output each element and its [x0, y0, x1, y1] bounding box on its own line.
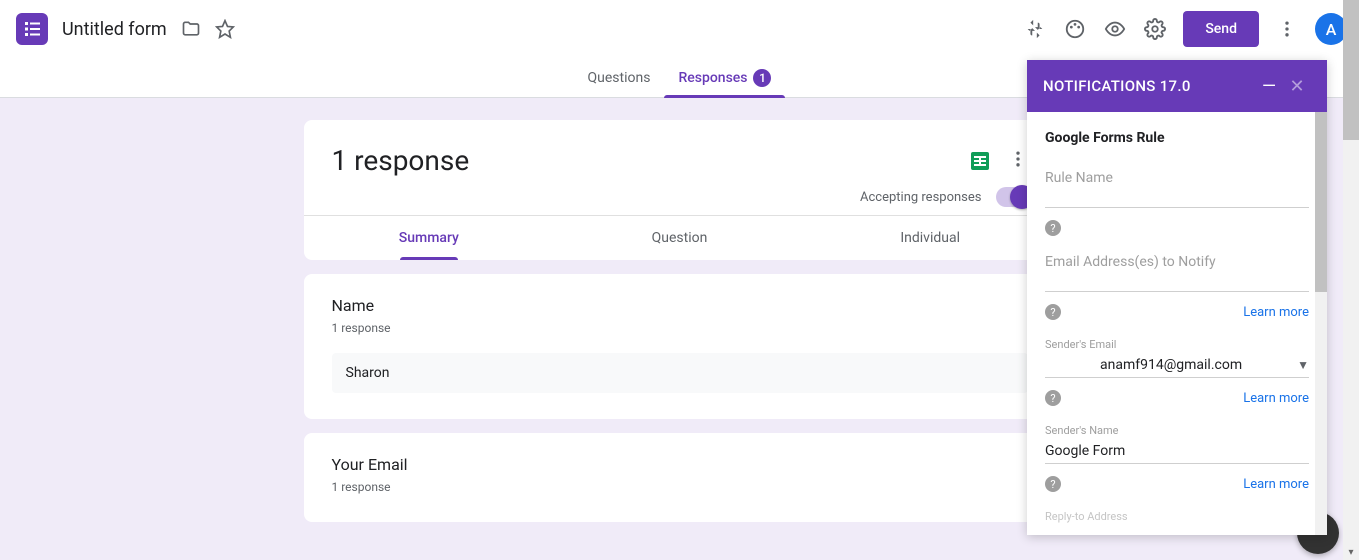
panel-heading: Google Forms Rule — [1045, 130, 1309, 146]
help-icon[interactable]: ? — [1045, 304, 1061, 320]
addons-icon[interactable] — [1015, 9, 1055, 49]
move-to-folder-icon[interactable] — [181, 19, 201, 39]
question-card-email: Your Email 1 response — [304, 433, 1056, 522]
senders-email-value: anamf914@gmail.com — [1045, 357, 1297, 373]
question-title: Name — [332, 296, 1028, 315]
window-scrollbar-thumb[interactable] — [1343, 0, 1359, 140]
responses-more-icon[interactable] — [1008, 149, 1028, 173]
learn-more-link[interactable]: Learn more — [1243, 477, 1309, 492]
answer-value: Sharon — [332, 353, 1028, 393]
window-scrollbar[interactable]: ▾ — [1343, 0, 1359, 560]
responses-summary-card: 1 response Accepting responses Summary Q… — [304, 120, 1056, 260]
senders-email-select[interactable]: anamf914@gmail.com ▼ — [1045, 351, 1309, 378]
learn-more-link[interactable]: Learn more — [1243, 391, 1309, 406]
top-bar: Untitled form Send A — [0, 0, 1359, 58]
panel-close-icon[interactable]: ✕ — [1283, 76, 1311, 97]
customize-theme-icon[interactable] — [1055, 9, 1095, 49]
responses-title: 1 response — [332, 144, 968, 177]
senders-email-label: Sender's Email — [1045, 338, 1309, 351]
panel-title: NOTIFICATIONS 17.0 — [1043, 77, 1255, 95]
send-button[interactable]: Send — [1183, 11, 1259, 47]
question-response-count: 1 response — [332, 480, 1028, 494]
rule-name-label: Rule Name — [1045, 170, 1309, 186]
chevron-down-icon: ▼ — [1297, 358, 1309, 372]
panel-scrollbar-thumb[interactable] — [1315, 112, 1327, 292]
scroll-down-icon[interactable]: ▾ — [1343, 544, 1359, 560]
responses-count-badge: 1 — [753, 69, 771, 87]
star-icon[interactable] — [215, 19, 235, 39]
notifications-panel: NOTIFICATIONS 17.0 — ✕ Google Forms Rule… — [1027, 60, 1327, 535]
panel-scrollbar[interactable] — [1315, 112, 1327, 535]
help-icon[interactable]: ? — [1045, 476, 1061, 492]
forms-logo-icon[interactable] — [12, 9, 52, 49]
accepting-responses-label: Accepting responses — [860, 190, 982, 205]
question-title: Your Email — [332, 455, 1028, 474]
senders-name-value: Google Form — [1045, 443, 1125, 459]
rule-name-input[interactable] — [1045, 186, 1309, 208]
settings-icon[interactable] — [1135, 9, 1175, 49]
panel-minimize-icon[interactable]: — — [1255, 76, 1283, 97]
subtab-summary[interactable]: Summary — [304, 216, 555, 260]
subtab-question[interactable]: Question — [554, 216, 805, 260]
panel-header: NOTIFICATIONS 17.0 — ✕ — [1027, 60, 1327, 112]
learn-more-link[interactable]: Learn more — [1243, 305, 1309, 320]
panel-body: Google Forms Rule Rule Name ? Email Addr… — [1027, 112, 1327, 535]
reply-to-label: Reply-to Address — [1045, 510, 1309, 523]
question-response-count: 1 response — [332, 321, 1028, 335]
help-icon[interactable]: ? — [1045, 390, 1061, 406]
senders-name-input[interactable]: Google Form — [1045, 437, 1309, 464]
form-title[interactable]: Untitled form — [62, 19, 167, 40]
senders-name-label: Sender's Name — [1045, 424, 1309, 437]
tab-questions[interactable]: Questions — [574, 58, 665, 98]
tab-responses[interactable]: Responses 1 — [664, 58, 785, 98]
help-icon[interactable]: ? — [1045, 220, 1061, 236]
question-card-name: Name 1 response Sharon — [304, 274, 1056, 419]
preview-icon[interactable] — [1095, 9, 1135, 49]
create-spreadsheet-icon[interactable] — [968, 149, 992, 173]
tab-responses-label: Responses — [678, 70, 747, 86]
emails-to-notify-label: Email Address(es) to Notify — [1045, 254, 1309, 270]
more-menu-icon[interactable] — [1267, 9, 1307, 49]
response-subtabs: Summary Question Individual — [304, 215, 1056, 260]
subtab-individual[interactable]: Individual — [805, 216, 1056, 260]
emails-to-notify-input[interactable] — [1045, 270, 1309, 292]
